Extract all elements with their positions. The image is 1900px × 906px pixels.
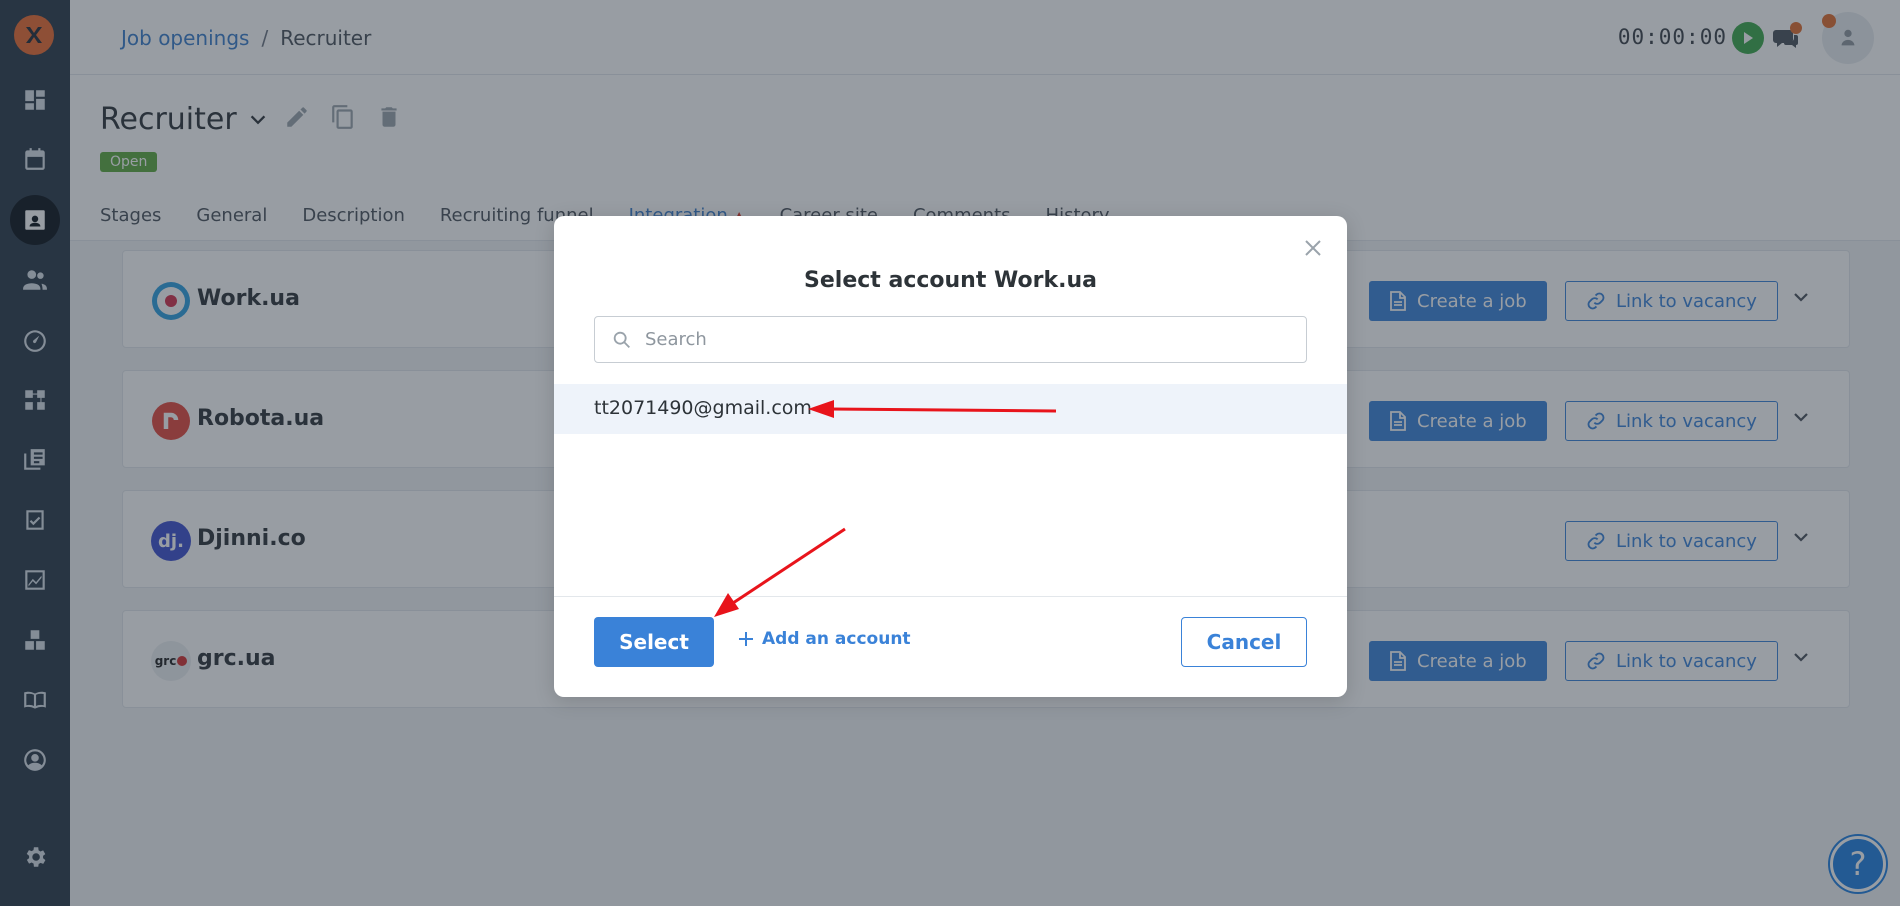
cancel-button[interactable]: Cancel: [1181, 617, 1307, 667]
search-field[interactable]: [594, 316, 1307, 363]
close-icon[interactable]: [1303, 238, 1323, 258]
search-input[interactable]: [645, 317, 1295, 362]
add-account-label: Add an account: [762, 629, 911, 649]
select-account-modal: Select account Work.ua tt2071490@gmail.c…: [554, 216, 1347, 697]
modal-footer: Select Add an account Cancel: [554, 596, 1347, 697]
add-account-link[interactable]: Add an account: [738, 629, 911, 649]
select-button[interactable]: Select: [594, 617, 714, 667]
account-email: tt2071490@gmail.com: [594, 397, 812, 419]
search-icon: [613, 331, 630, 348]
plus-icon: [739, 632, 753, 646]
modal-title: Select account Work.ua: [804, 268, 1097, 293]
account-list-item[interactable]: tt2071490@gmail.com: [554, 384, 1347, 434]
